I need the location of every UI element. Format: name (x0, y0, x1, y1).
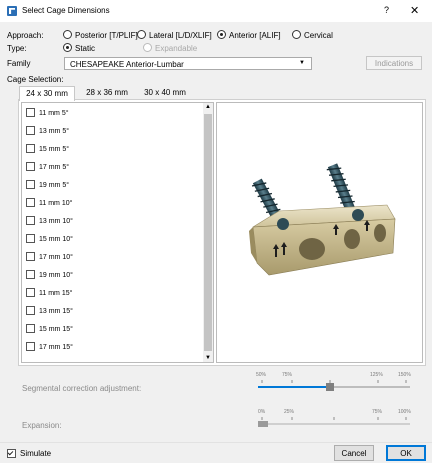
list-item-label: 19 mm 10° (39, 272, 73, 279)
approach-lateral[interactable]: Lateral [L/D/XLIF] (137, 30, 212, 40)
list-item[interactable]: 17 mm 10° (26, 252, 73, 264)
app-icon (7, 6, 17, 16)
list-item[interactable]: 19 mm 10° (26, 270, 73, 282)
approach-label: Approach: (7, 31, 44, 40)
list-item-label: 11 mm 10° (39, 200, 73, 207)
approach-posterior-label: Posterior [T/PLIF] (75, 31, 138, 40)
type-label: Type: (7, 44, 27, 53)
list-item[interactable]: 19 mm 5° (26, 180, 69, 192)
list-item[interactable]: 17 mm 15° (26, 342, 73, 354)
list-item-label: 13 mm 10° (39, 218, 73, 225)
list-item-label: 17 mm 5° (39, 164, 70, 171)
expansion-label: Expansion: (22, 421, 62, 430)
checkbox[interactable] (26, 270, 35, 279)
approach-lateral-label: Lateral [L/D/XLIF] (149, 31, 212, 40)
checkbox[interactable] (26, 144, 35, 153)
list-item[interactable]: 11 mm 5° (26, 108, 69, 120)
cage-preview (216, 102, 423, 363)
list-item[interactable]: 13 mm 15° (26, 306, 73, 318)
slider-track (258, 417, 410, 427)
list-item[interactable]: 15 mm 5° (26, 144, 69, 156)
simulate-label: Simulate (20, 449, 52, 458)
list-item[interactable]: 15 mm 15° (26, 324, 73, 336)
expansion-slider[interactable]: 0% 25% 75% 100% (254, 409, 426, 435)
list-item-label: 15 mm 5° (39, 146, 70, 153)
list-item-label: 15 mm 10° (39, 236, 73, 243)
radio-disabled-icon (143, 43, 152, 52)
cage-selection-label: Cage Selection: (7, 75, 64, 84)
checkbox[interactable] (26, 252, 35, 261)
checkbox[interactable] (26, 198, 35, 207)
checkbox[interactable] (26, 180, 35, 189)
radio-selected-icon (63, 43, 72, 52)
type-static-label: Static (75, 44, 96, 53)
checkbox[interactable] (26, 342, 35, 351)
cage-implant-image (249, 163, 396, 276)
radio-selected-icon (217, 30, 226, 39)
list-item-label: 13 mm 15° (39, 308, 73, 315)
list-item[interactable]: 15 mm 10° (26, 234, 73, 246)
scroll-up-icon[interactable]: ▲ (205, 104, 211, 110)
chevron-down-icon: ▼ (299, 60, 305, 66)
footer-separator (0, 442, 432, 443)
list-item-label: 17 mm 15° (39, 344, 73, 351)
slider-track (258, 380, 410, 391)
segmental-correction-slider[interactable]: 50% 75% 125% 150% (254, 372, 426, 398)
checkbox[interactable] (26, 162, 35, 171)
list-item-label: 11 mm 15° (39, 290, 73, 297)
list-item[interactable]: 13 mm 5° (26, 126, 69, 138)
list-item[interactable]: 11 mm 10° (26, 198, 72, 210)
tab-30x40[interactable]: 30 x 40 mm (137, 86, 193, 100)
checkbox[interactable] (26, 216, 35, 225)
approach-posterior[interactable]: Posterior [T/PLIF] (63, 30, 138, 40)
list-item-label: 19 mm 5° (39, 182, 70, 189)
checkbox[interactable] (26, 288, 35, 297)
tab-28x36[interactable]: 28 x 36 mm (79, 86, 135, 100)
cage-size-list[interactable]: 11 mm 5° 13 mm 5° 15 mm 5° 17 mm 5° 19 m… (21, 102, 214, 363)
type-radio-group: Static Expandable (63, 43, 263, 53)
segmental-correction-label: Segmental correction adjustment: (22, 384, 142, 393)
list-item[interactable]: 13 mm 10° (26, 216, 73, 228)
list-item-label: 13 mm 5° (39, 128, 70, 135)
list-item[interactable]: 11 mm 15° (26, 288, 72, 300)
radio-icon (292, 30, 301, 39)
checkbox[interactable] (26, 306, 35, 315)
approach-cervical[interactable]: Cervical (292, 30, 333, 40)
approach-radio-group: Posterior [T/PLIF] Lateral [L/D/XLIF] An… (63, 30, 363, 40)
list-item-label: 17 mm 10° (39, 254, 73, 261)
scroll-down-icon[interactable]: ▼ (205, 355, 211, 361)
approach-anterior[interactable]: Anterior [ALIF] (217, 30, 281, 40)
list-item-label: 15 mm 15° (39, 326, 73, 333)
family-label: Family (7, 59, 31, 68)
scrollbar-thumb[interactable] (204, 114, 212, 351)
radio-icon (137, 30, 146, 39)
type-static[interactable]: Static (63, 43, 95, 53)
checkbox-checked-icon[interactable] (7, 449, 16, 458)
indications-button: Indications (366, 56, 422, 70)
checkbox[interactable] (26, 324, 35, 333)
radio-icon (63, 30, 72, 39)
list-item[interactable]: 17 mm 5° (26, 162, 69, 174)
approach-cervical-label: Cervical (304, 31, 333, 40)
window-title: Select Cage Dimensions (22, 6, 110, 15)
tab-24x30[interactable]: 24 x 30 mm (19, 86, 75, 101)
checkbox[interactable] (26, 126, 35, 135)
family-dropdown[interactable]: CHESAPEAKE Anterior-Lumbar ▼ (64, 57, 312, 70)
cancel-button[interactable]: Cancel (334, 445, 374, 461)
approach-anterior-label: Anterior [ALIF] (229, 31, 281, 40)
checkbox[interactable] (26, 108, 35, 117)
close-button[interactable]: ✕ (410, 4, 419, 17)
type-expandable-label: Expandable (155, 44, 198, 53)
type-expandable: Expandable (143, 43, 197, 53)
simulate-checkbox[interactable]: Simulate (7, 449, 51, 458)
ok-button[interactable]: OK (386, 445, 426, 461)
title-bar: Select Cage Dimensions ? ✕ (0, 0, 432, 22)
list-item-label: 11 mm 5° (39, 110, 69, 117)
family-value: CHESAPEAKE Anterior-Lumbar (70, 60, 184, 69)
checkbox[interactable] (26, 234, 35, 243)
help-button[interactable]: ? (384, 5, 389, 15)
list-scrollbar[interactable]: ▲ ▼ (203, 103, 213, 362)
